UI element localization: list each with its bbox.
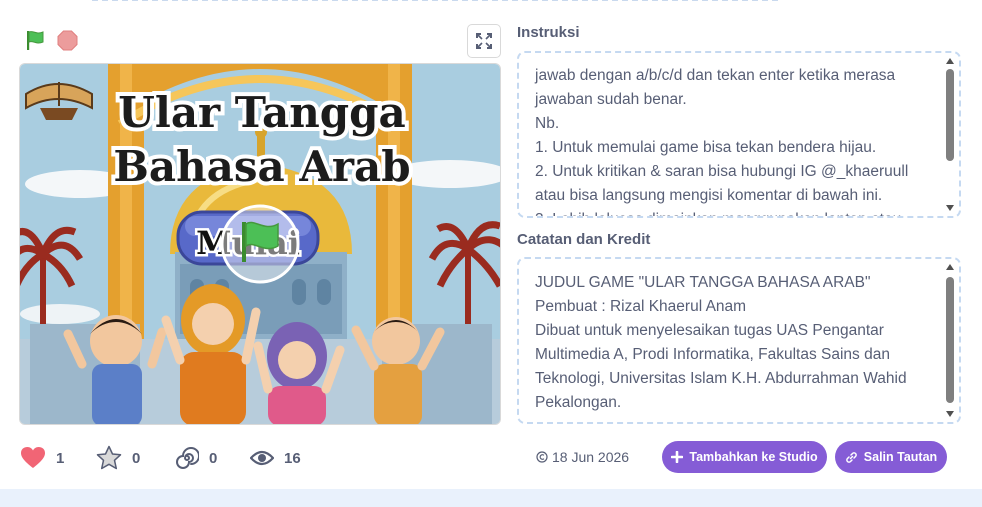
instructions-line: 2. Untuk kritikan & saran bisa hubungi I…	[535, 163, 909, 180]
remix-swirl-icon	[176, 447, 199, 469]
notes-scrollbar[interactable]	[944, 261, 956, 420]
star-icon[interactable]	[96, 445, 122, 471]
favorite-stat[interactable]: 0	[96, 444, 140, 472]
instructions-line: 1. Untuk memulai game bisa tekan bendera…	[535, 139, 877, 156]
views-count: 16	[284, 449, 301, 467]
share-date-text: 18 Jun 2026	[552, 449, 630, 465]
instructions-scrollbar[interactable]	[944, 55, 956, 214]
stage-title-line1: Ular Tangga	[118, 88, 405, 137]
notes-line: Multimedia A, Prodi Informatika, Fakulta…	[535, 346, 890, 363]
notes-line: JUDUL GAME "ULAR TANGGA BAHASA ARAB"	[535, 274, 871, 291]
scroll-up-icon[interactable]	[946, 58, 954, 64]
footer-strip	[0, 489, 982, 507]
stop-icon[interactable]	[57, 30, 78, 51]
notes-heading: Catatan dan Kredit	[517, 231, 651, 248]
scroll-thumb[interactable]	[946, 69, 954, 161]
add-to-studio-button[interactable]: Tambahkan ke Studio	[662, 441, 827, 473]
scroll-down-icon[interactable]	[946, 205, 954, 211]
scroll-thumb[interactable]	[946, 277, 954, 403]
notes-line: Pembuat : Rizal Khaerul Anam	[535, 298, 747, 315]
notes-box[interactable]: JUDUL GAME "ULAR TANGGA BAHASA ARAB" Pem…	[517, 257, 961, 424]
player-controls	[20, 24, 502, 58]
instructions-line: atau bisa langsung mengisi komentar di b…	[535, 187, 883, 204]
link-icon	[845, 451, 857, 463]
fullscreen-icon[interactable]	[467, 24, 501, 58]
instructions-line: jawab dengan a/b/c/d dan tekan enter ket…	[535, 67, 896, 84]
plus-icon	[671, 451, 684, 463]
instructions-text: jawab dengan a/b/c/d dan tekan enter ket…	[535, 64, 937, 216]
green-flag-icon[interactable]	[24, 29, 46, 51]
scroll-up-icon[interactable]	[946, 264, 954, 270]
project-stats: 1 0 0 16	[20, 444, 320, 472]
notes-line: Dibuat untuk menyelesaikan tugas UAS Pen…	[535, 322, 884, 339]
notes-text: JUDUL GAME "ULAR TANGGA BAHASA ARAB" Pem…	[535, 271, 937, 415]
share-date: 18 Jun 2026	[536, 449, 629, 465]
stage-title-line2: Bahasa Arab	[113, 142, 410, 191]
instructions-box[interactable]: jawab dengan a/b/c/d dan tekan enter ket…	[517, 51, 961, 218]
copy-link-button[interactable]: Salin Tautan	[835, 441, 947, 473]
copyright-icon	[536, 451, 548, 463]
favorite-count: 0	[132, 449, 141, 467]
instructions-line: jawaban sudah benar.	[535, 91, 687, 108]
love-count: 1	[56, 449, 65, 467]
remix-stat: 0	[175, 444, 217, 472]
instructions-heading: Instruksi	[517, 24, 580, 41]
project-page: Ular Tangga Bahasa Arab Mulai	[0, 0, 982, 507]
eye-icon	[250, 450, 274, 466]
add-to-studio-label: Tambahkan ke Studio	[689, 450, 818, 464]
remix-count: 0	[209, 449, 218, 467]
instructions-line: 3. Lebih lelucas dimainkan menggunakan l…	[535, 208, 937, 216]
scroll-down-icon[interactable]	[946, 411, 954, 417]
love-stat[interactable]: 1	[20, 444, 64, 472]
notes-line: Pekalongan.	[535, 394, 622, 411]
views-stat: 16	[250, 444, 301, 472]
project-stage[interactable]: Ular Tangga Bahasa Arab Mulai	[19, 63, 501, 425]
top-divider	[92, 0, 778, 1]
heart-icon[interactable]	[20, 446, 46, 470]
copy-link-label: Salin Tautan	[863, 450, 938, 464]
notes-line: Teknologi, Universitas Islam K.H. Abdurr…	[535, 370, 907, 387]
instructions-line: Nb.	[535, 115, 560, 132]
